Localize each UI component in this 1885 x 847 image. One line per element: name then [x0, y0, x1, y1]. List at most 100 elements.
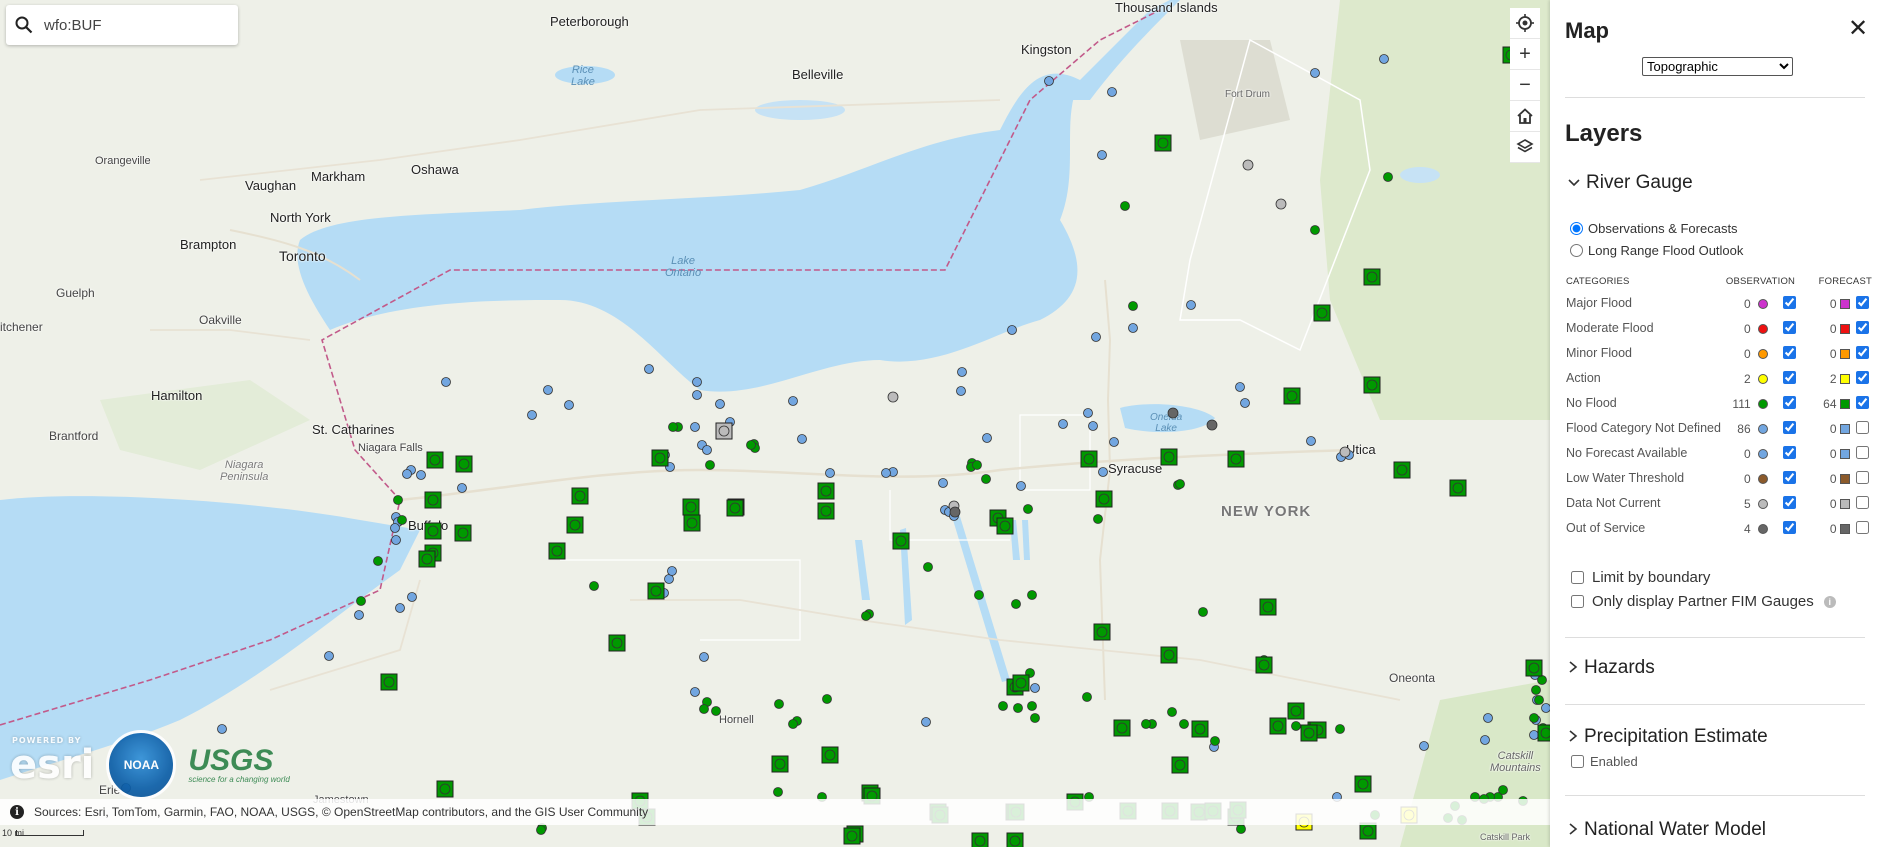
gauge-marker[interactable]	[458, 458, 470, 470]
gauge-marker[interactable]	[1082, 692, 1092, 702]
gauge-layer[interactable]	[0, 0, 1550, 847]
forecast-checkbox[interactable]	[1856, 470, 1870, 484]
gauge-marker[interactable]	[527, 410, 537, 420]
gauge-marker[interactable]	[774, 758, 786, 770]
gauge-marker[interactable]	[923, 562, 933, 572]
gauge-marker[interactable]	[1109, 437, 1119, 447]
gauge-marker[interactable]	[356, 596, 366, 606]
observation-checkbox[interactable]	[1782, 320, 1796, 334]
gauge-marker[interactable]	[1529, 730, 1539, 740]
gauge-marker[interactable]	[1128, 323, 1138, 333]
gauge-marker[interactable]	[1179, 719, 1189, 729]
gauge-marker[interactable]	[822, 694, 832, 704]
gauge-marker[interactable]	[699, 704, 709, 714]
gauge-marker[interactable]	[1316, 307, 1328, 319]
gauge-marker[interactable]	[1030, 683, 1040, 693]
gauge-marker[interactable]	[1480, 735, 1490, 745]
gauge-marker[interactable]	[705, 460, 715, 470]
basemap-select[interactable]: Topographic	[1642, 57, 1793, 76]
gauge-marker[interactable]	[938, 478, 948, 488]
gauge-marker[interactable]	[1272, 720, 1284, 732]
gauge-marker[interactable]	[746, 440, 756, 450]
gauge-marker[interactable]	[427, 494, 439, 506]
gauge-marker[interactable]	[551, 545, 563, 557]
gauge-marker[interactable]	[1116, 722, 1128, 734]
gauge-marker[interactable]	[895, 535, 907, 547]
observation-checkbox[interactable]	[1782, 420, 1796, 434]
gauge-marker[interactable]	[1540, 727, 1550, 739]
gauge-marker[interactable]	[773, 787, 783, 797]
gauge-marker[interactable]	[1498, 785, 1508, 795]
limit-boundary-option[interactable]: Limit by boundary	[1571, 569, 1710, 586]
gauge-marker[interactable]	[650, 585, 662, 597]
gauge-marker[interactable]	[457, 527, 469, 539]
gauge-marker[interactable]	[1528, 662, 1540, 674]
gauge-marker[interactable]	[846, 830, 858, 842]
gauge-marker[interactable]	[956, 386, 966, 396]
forecast-checkbox[interactable]	[1856, 345, 1870, 359]
gauge-marker[interactable]	[1023, 504, 1033, 514]
gauge-marker[interactable]	[1058, 419, 1068, 429]
layers-icon[interactable]	[1510, 132, 1540, 163]
home-icon[interactable]	[1510, 101, 1540, 132]
gauge-marker[interactable]	[395, 603, 405, 613]
observation-checkbox[interactable]	[1782, 395, 1796, 409]
gauge-marker[interactable]	[1091, 332, 1101, 342]
gauge-marker[interactable]	[1379, 54, 1389, 64]
gauge-marker[interactable]	[589, 581, 599, 591]
gauge-marker[interactable]	[686, 517, 698, 529]
gauge-marker[interactable]	[1286, 390, 1298, 402]
gauge-marker[interactable]	[949, 506, 961, 518]
partner-fim-checkbox[interactable]	[1571, 595, 1584, 608]
gauge-marker[interactable]	[1419, 741, 1429, 751]
observation-checkbox[interactable]	[1782, 370, 1796, 384]
gauge-marker[interactable]	[788, 396, 798, 406]
forecast-checkbox[interactable]	[1856, 395, 1870, 409]
gauge-marker[interactable]	[820, 485, 832, 497]
gauge-marker[interactable]	[788, 719, 798, 729]
gauge-marker[interactable]	[982, 433, 992, 443]
gauge-marker[interactable]	[536, 825, 546, 835]
map-canvas[interactable]: Thousand Islands Peterborough Kingston B…	[0, 0, 1550, 847]
gauge-marker[interactable]	[1015, 677, 1027, 689]
gauge-marker[interactable]	[1030, 713, 1040, 723]
gauge-marker[interactable]	[1194, 723, 1206, 735]
gauge-marker[interactable]	[1174, 759, 1186, 771]
gauge-marker[interactable]	[1016, 481, 1026, 491]
gauge-marker[interactable]	[999, 520, 1011, 532]
gauge-marker[interactable]	[1366, 271, 1378, 283]
gauge-marker[interactable]	[729, 502, 741, 514]
gauge-marker[interactable]	[421, 553, 433, 565]
gauge-marker[interactable]	[974, 590, 984, 600]
gauge-marker[interactable]	[439, 783, 451, 795]
forecast-checkbox[interactable]	[1856, 520, 1870, 534]
gauge-marker[interactable]	[1534, 695, 1544, 705]
gauge-marker[interactable]	[217, 724, 227, 734]
gauge-marker[interactable]	[1310, 225, 1320, 235]
forecast-checkbox[interactable]	[1856, 420, 1870, 434]
gauge-marker[interactable]	[957, 367, 967, 377]
crosshair-locate-icon[interactable]	[1510, 8, 1540, 39]
observation-checkbox[interactable]	[1782, 470, 1796, 484]
gauge-marker[interactable]	[692, 377, 702, 387]
gauge-marker[interactable]	[1541, 703, 1551, 713]
observation-checkbox[interactable]	[1782, 345, 1796, 359]
gauge-marker[interactable]	[390, 523, 400, 533]
precip-estimate-toggle[interactable]: Precipitation Estimate	[1568, 726, 1768, 748]
partner-fim-option[interactable]: Only display Partner FIM Gauges i	[1571, 593, 1836, 610]
gauge-marker[interactable]	[1093, 514, 1103, 524]
observation-checkbox[interactable]	[1782, 520, 1796, 534]
gauge-marker[interactable]	[391, 535, 401, 545]
observation-checkbox[interactable]	[1782, 295, 1796, 309]
zoom-out-button[interactable]: −	[1510, 70, 1540, 101]
radio-input[interactable]	[1570, 244, 1583, 257]
gauge-marker[interactable]	[564, 400, 574, 410]
radio-observations-forecasts[interactable]: Observations & Forecasts	[1570, 221, 1738, 236]
gauge-marker[interactable]	[820, 505, 832, 517]
gauge-marker[interactable]	[1531, 685, 1541, 695]
forecast-checkbox[interactable]	[1856, 320, 1870, 334]
gauge-marker[interactable]	[692, 390, 702, 400]
gauge-marker[interactable]	[711, 706, 721, 716]
forecast-checkbox[interactable]	[1856, 295, 1870, 309]
gauge-marker[interactable]	[1396, 464, 1408, 476]
